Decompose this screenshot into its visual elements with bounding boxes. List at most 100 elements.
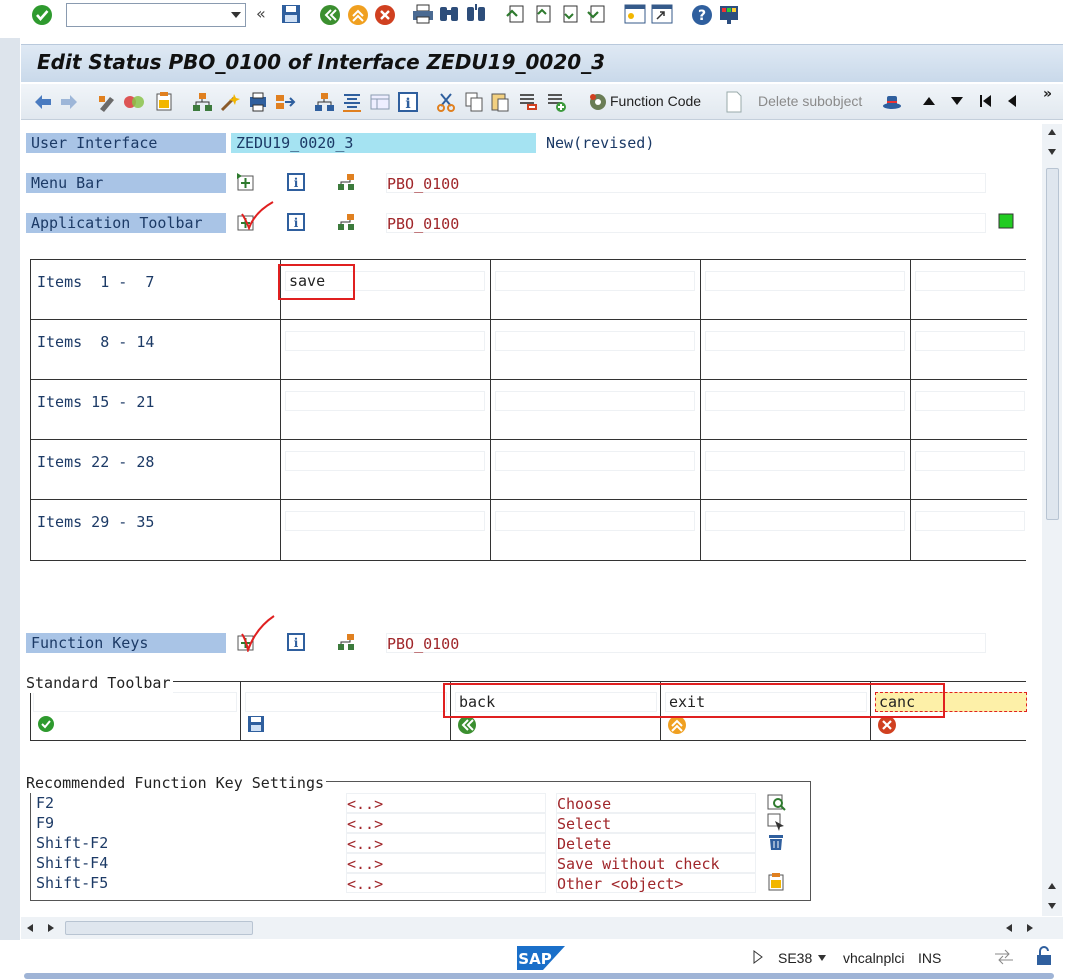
hierarchy-icon[interactable] bbox=[336, 632, 356, 652]
input-mode[interactable]: INS bbox=[918, 950, 941, 966]
find-next-icon[interactable] bbox=[465, 4, 487, 24]
toolbar-item-field[interactable] bbox=[285, 451, 485, 471]
display-change-icon[interactable] bbox=[97, 92, 119, 112]
scroll-down-page-icon[interactable] bbox=[1047, 882, 1057, 890]
check-icon[interactable] bbox=[37, 715, 55, 733]
print-icon[interactable] bbox=[412, 4, 434, 24]
chevron-down-icon[interactable] bbox=[817, 954, 827, 962]
first-item-icon[interactable] bbox=[979, 94, 993, 108]
function-code-icon[interactable] bbox=[587, 91, 609, 113]
info-icon[interactable]: i bbox=[286, 172, 306, 192]
scroll-right-icon[interactable] bbox=[47, 923, 55, 933]
cancel-icon[interactable] bbox=[374, 4, 396, 26]
copy-icon[interactable] bbox=[463, 91, 485, 113]
tree-icon[interactable] bbox=[313, 91, 335, 113]
toolbar-item-field[interactable] bbox=[915, 451, 1025, 471]
delete-row-icon[interactable] bbox=[517, 91, 539, 113]
toolbar-item-field[interactable] bbox=[915, 271, 1025, 291]
toolbar-item-field[interactable] bbox=[705, 451, 905, 471]
standard-toolbar-field[interactable] bbox=[245, 692, 447, 712]
scroll-left-icon[interactable] bbox=[26, 923, 34, 933]
toolbar-item-field[interactable] bbox=[285, 331, 485, 351]
arrow-right-icon[interactable] bbox=[59, 93, 79, 111]
back-icon[interactable] bbox=[457, 715, 477, 735]
toolbar-item-field[interactable] bbox=[915, 331, 1025, 351]
info-icon[interactable]: i bbox=[286, 632, 306, 652]
save-icon[interactable] bbox=[281, 4, 301, 24]
active-inactive-icon[interactable] bbox=[123, 92, 145, 112]
toolbar-item-field[interactable] bbox=[915, 391, 1025, 411]
menu-bar-value[interactable]: PBO_0100 bbox=[386, 173, 986, 193]
play-icon[interactable] bbox=[753, 950, 763, 964]
exit-icon[interactable] bbox=[667, 715, 687, 735]
function-code-button[interactable]: Function Code bbox=[610, 93, 701, 109]
triangle-down-icon[interactable] bbox=[950, 96, 964, 106]
hierarchy-icon[interactable] bbox=[336, 172, 356, 192]
save-icon[interactable] bbox=[247, 715, 265, 733]
help-icon[interactable]: ? bbox=[691, 4, 713, 26]
back-icon[interactable] bbox=[319, 4, 341, 26]
function-keys-value[interactable]: PBO_0100 bbox=[386, 633, 986, 653]
scroll-thumb[interactable] bbox=[1046, 168, 1059, 520]
hat-icon[interactable] bbox=[881, 91, 903, 113]
triangle-up-icon[interactable] bbox=[922, 96, 936, 106]
scroll-up-page-icon[interactable] bbox=[1047, 148, 1057, 156]
arrow-left-icon[interactable] bbox=[33, 93, 53, 111]
toolbar-item-field[interactable] bbox=[285, 391, 485, 411]
next-page-icon[interactable] bbox=[559, 4, 581, 24]
horizontal-scrollbar[interactable] bbox=[21, 917, 1063, 939]
scroll-thumb[interactable] bbox=[65, 921, 253, 935]
command-field[interactable] bbox=[66, 3, 246, 27]
info-icon[interactable]: i bbox=[286, 212, 306, 232]
new-session-icon[interactable] bbox=[624, 4, 646, 24]
vertical-scrollbar[interactable] bbox=[1042, 124, 1062, 916]
last-page-icon[interactable] bbox=[586, 4, 608, 24]
paste-icon[interactable] bbox=[489, 91, 511, 113]
function-key-code-field[interactable]: <..> bbox=[346, 813, 546, 833]
print-structure-icon[interactable] bbox=[247, 91, 269, 113]
exit-icon[interactable] bbox=[347, 4, 369, 26]
hierarchy-icon[interactable] bbox=[191, 91, 213, 113]
scroll-right-icon[interactable] bbox=[1026, 923, 1034, 933]
choose-icon[interactable] bbox=[766, 792, 786, 812]
cancel-icon[interactable] bbox=[877, 715, 897, 735]
find-icon[interactable] bbox=[438, 4, 460, 24]
command-input[interactable] bbox=[71, 5, 221, 25]
function-key-code-field[interactable]: <..> bbox=[346, 793, 546, 813]
select-icon[interactable] bbox=[766, 812, 786, 832]
layout-icon[interactable] bbox=[369, 91, 391, 113]
transaction-code[interactable]: SE38 bbox=[778, 950, 812, 966]
cut-icon[interactable] bbox=[435, 91, 457, 113]
document-icon[interactable] bbox=[725, 91, 743, 113]
collapse-arrows-icon[interactable]: « bbox=[256, 4, 266, 23]
previous-item-icon[interactable] bbox=[1006, 94, 1018, 108]
toolbar-item-field[interactable] bbox=[495, 511, 695, 531]
list-structure-icon[interactable] bbox=[341, 91, 363, 113]
application-toolbar-value[interactable]: PBO_0100 bbox=[386, 213, 986, 233]
toolbar-item-field[interactable] bbox=[495, 331, 695, 351]
more-icon[interactable]: » bbox=[1043, 86, 1052, 102]
enter-check-icon[interactable] bbox=[31, 4, 53, 26]
insert-row-icon[interactable] bbox=[545, 91, 567, 113]
toolbar-item-field[interactable] bbox=[495, 391, 695, 411]
toolbar-item-field[interactable] bbox=[285, 511, 485, 531]
function-key-code-field[interactable]: <..> bbox=[346, 873, 546, 893]
lock-icon[interactable] bbox=[1035, 946, 1055, 966]
toolbar-item-field[interactable] bbox=[705, 391, 905, 411]
customize-layout-icon[interactable] bbox=[718, 4, 740, 26]
delete-subobject-button[interactable]: Delete subobject bbox=[758, 93, 862, 109]
standard-toolbar-field[interactable] bbox=[33, 692, 237, 712]
expand-icon[interactable] bbox=[236, 172, 256, 192]
shortcut-icon[interactable] bbox=[651, 4, 673, 24]
function-key-code-field[interactable]: <..> bbox=[346, 853, 546, 873]
where-used-icon[interactable] bbox=[274, 91, 296, 113]
trash-icon[interactable] bbox=[766, 832, 786, 852]
other-object-icon[interactable] bbox=[766, 872, 786, 892]
scroll-left-icon[interactable] bbox=[1005, 923, 1013, 933]
previous-page-icon[interactable] bbox=[532, 4, 554, 24]
toolbar-item-field[interactable] bbox=[705, 511, 905, 531]
toolbar-item-field[interactable] bbox=[705, 271, 905, 291]
wand-icon[interactable] bbox=[219, 91, 241, 113]
scroll-up-icon[interactable] bbox=[1047, 128, 1057, 136]
first-page-icon[interactable] bbox=[505, 4, 527, 24]
